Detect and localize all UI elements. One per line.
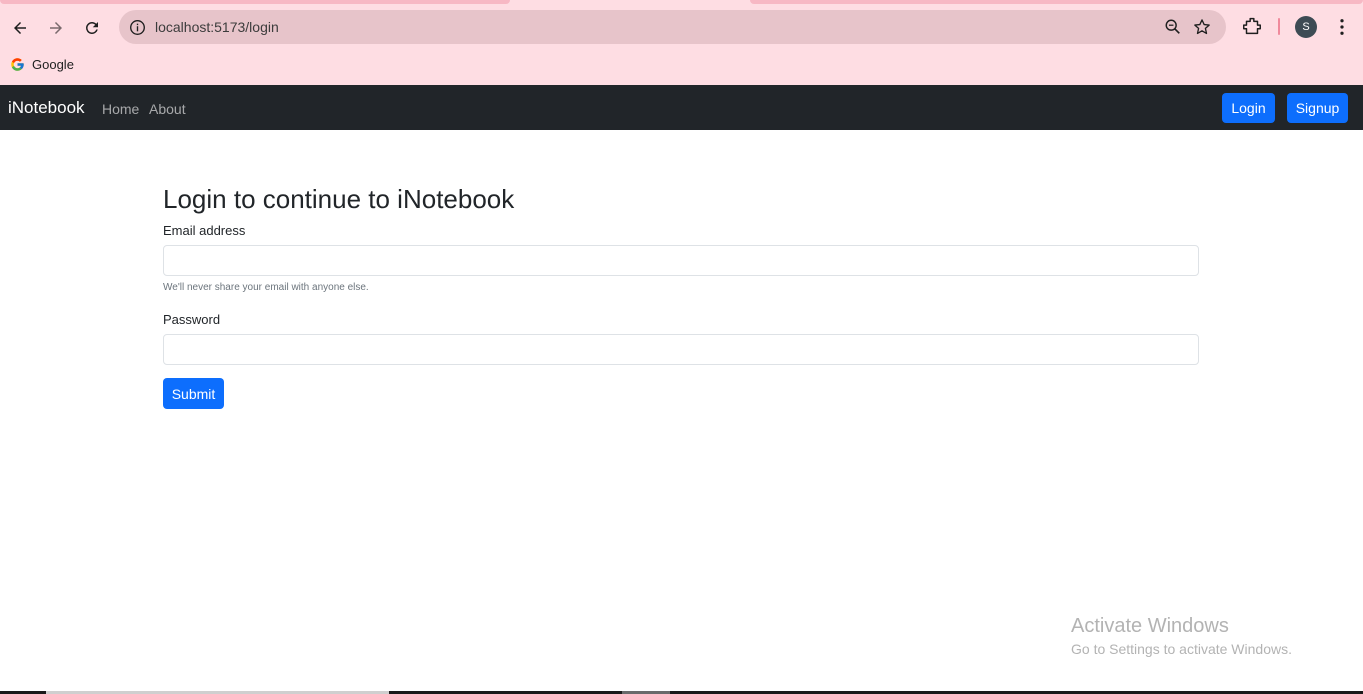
profile-avatar[interactable]: S: [1295, 16, 1317, 38]
brand-link[interactable]: iNotebook: [8, 98, 85, 118]
bookmark-label: Google: [32, 56, 74, 72]
browser-chrome: localhost:5173/login S Google: [0, 0, 1363, 85]
site-info-icon[interactable]: [127, 17, 147, 37]
submit-button[interactable]: Submit: [163, 378, 224, 409]
signup-button[interactable]: Signup: [1287, 93, 1348, 123]
toolbar-divider: [1278, 18, 1280, 35]
email-help-text: We'll never share your email with anyone…: [163, 282, 369, 293]
address-bar[interactable]: localhost:5173/login: [119, 10, 1226, 44]
page-title: Login to continue to iNotebook: [163, 184, 515, 214]
more-vert-icon[interactable]: [1331, 15, 1353, 39]
google-logo-icon: [11, 57, 24, 71]
url-text[interactable]: localhost:5173/login: [155, 19, 279, 35]
tab-strip-edge: [750, 0, 1363, 4]
bookmark-google[interactable]: Google: [10, 55, 74, 73]
password-label: Password: [163, 312, 221, 327]
back-button[interactable]: [6, 14, 34, 42]
tab-strip-edge: [0, 0, 510, 4]
email-field[interactable]: [163, 245, 1199, 276]
app-navbar: iNotebook Home About Login Signup: [0, 85, 1363, 130]
extensions-icon[interactable]: [1241, 15, 1265, 39]
forward-button[interactable]: [42, 14, 70, 42]
password-field[interactable]: [163, 334, 1199, 365]
reload-button[interactable]: [78, 14, 106, 42]
activate-windows-title: Activate Windows: [1071, 615, 1229, 637]
login-button[interactable]: Login: [1222, 93, 1275, 123]
nav-link-home[interactable]: Home: [102, 101, 139, 117]
star-icon[interactable]: [1192, 17, 1212, 37]
back-arrow-icon: [14, 22, 26, 34]
nav-link-about[interactable]: About: [149, 101, 186, 117]
reload-icon: [85, 21, 98, 34]
zoom-icon[interactable]: [1164, 18, 1182, 36]
activate-windows-subtitle: Go to Settings to activate Windows.: [1071, 641, 1292, 657]
email-label: Email address: [163, 223, 246, 238]
forward-arrow-icon: [50, 22, 62, 34]
